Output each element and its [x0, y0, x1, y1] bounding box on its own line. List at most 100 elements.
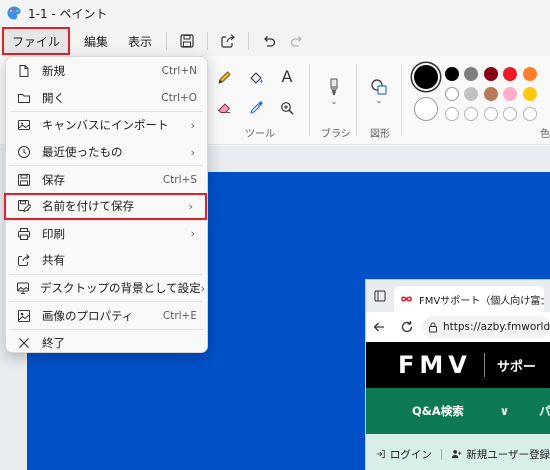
chevron-down-icon[interactable]: ∨ [500, 404, 509, 418]
file-menu-item-label: デスクトップの背景として設定 [40, 281, 201, 296]
eraser-icon [217, 103, 231, 113]
color-swatch[interactable] [523, 87, 537, 101]
pencil-icon [218, 71, 231, 84]
ribbon-separator [356, 64, 357, 136]
site-nav: Q&A検索 ∨ パ [366, 388, 550, 434]
file-menu-item[interactable]: 印刷 › [6, 221, 207, 248]
properties-icon [16, 308, 32, 324]
login-link[interactable]: ログイン [390, 447, 432, 462]
file-menu-item-label: 新規 [42, 64, 65, 79]
file-menu-item[interactable]: 最近使ったもの › [6, 139, 207, 166]
window-title: 1-1 - ペイント [28, 6, 108, 21]
zoom-icon [281, 102, 294, 115]
empty-color-slot[interactable] [523, 107, 537, 121]
color-swatch[interactable] [464, 67, 478, 81]
nav-more[interactable]: パ [539, 403, 550, 419]
file-menu-item-label: 終了 [42, 336, 65, 351]
refresh-icon[interactable] [400, 320, 414, 334]
clock-icon [16, 144, 32, 160]
file-menu-item-label: 開く [42, 90, 65, 105]
address-bar[interactable]: https://azby.fmworld [422, 316, 550, 338]
add-user-icon [452, 450, 462, 459]
menu-file[interactable]: ファイル [2, 27, 71, 55]
close-icon [16, 335, 32, 351]
site-subtitle: サポー [496, 359, 536, 375]
back-arrow-icon[interactable] [372, 320, 386, 334]
color-swatch[interactable] [484, 67, 498, 81]
user-bar: ログイン | 新規ユーザー登録 [366, 434, 550, 470]
desktop-background-icon [16, 280, 30, 296]
nav-qa-search[interactable]: Q&A検索 [412, 403, 464, 419]
chevron-down-icon: ⌄ [330, 96, 338, 106]
file-menu-item-label: キャンバスにインポート [42, 118, 169, 133]
save-quick-button[interactable] [173, 27, 201, 55]
fmv-logo[interactable]: FMV [398, 351, 472, 379]
share-icon [221, 34, 236, 48]
file-menu-item[interactable]: 新規 Ctrl+N [6, 58, 207, 85]
browser-tab[interactable]: FMVサポート（個人向け富士通 [394, 286, 544, 312]
color-swatch[interactable] [464, 87, 478, 101]
file-menu-item[interactable]: 終了 [6, 330, 207, 357]
file-menu-item[interactable]: 名前を付けて保存 › [4, 192, 207, 220]
chevron-right-icon: › [190, 118, 195, 132]
text-icon: A [281, 66, 293, 86]
shortcut-hint: Ctrl+O [161, 91, 197, 104]
site-header: FMV サポー [366, 342, 550, 388]
ribbon-separator [401, 64, 402, 136]
eraser-tool[interactable] [214, 98, 234, 118]
empty-color-slot[interactable] [464, 107, 478, 121]
share-quick-button[interactable] [214, 27, 242, 55]
save-as-icon [16, 198, 32, 214]
file-menu-item-label: 保存 [42, 172, 65, 187]
tab-actions-icon[interactable] [366, 290, 394, 302]
url-text: https://azby.fmworld [443, 321, 550, 333]
eyedropper-icon [250, 101, 263, 114]
pencil-tool[interactable] [214, 68, 234, 88]
magnifier-tool[interactable] [277, 98, 297, 118]
file-menu-item[interactable]: 保存 Ctrl+S [6, 166, 207, 193]
shapes-tool[interactable]: ⌄ [367, 74, 391, 108]
brush-icon [330, 78, 338, 95]
color-swatch[interactable] [503, 87, 517, 101]
chevron-down-icon: ⌄ [375, 95, 383, 105]
empty-color-slot[interactable] [484, 107, 498, 121]
header-divider [483, 353, 485, 377]
browser-tab-title: FMVサポート（個人向け富士通 [419, 295, 544, 307]
color-swatch[interactable] [445, 87, 459, 101]
color-swatch[interactable] [503, 67, 517, 81]
brush-tool[interactable]: ⌄ [323, 74, 345, 108]
file-menu-item[interactable]: 共有 [6, 247, 207, 274]
save-icon [16, 172, 32, 188]
secondary-color[interactable] [414, 97, 438, 121]
import-image-icon [16, 117, 32, 133]
file-menu-item[interactable]: 開く Ctrl+O [6, 85, 207, 112]
lock-icon [429, 322, 437, 332]
file-menu-item[interactable]: キャンバスにインポート › [6, 112, 207, 139]
browser-tab-strip: FMVサポート（個人向け富士通 [366, 280, 550, 312]
empty-color-slot[interactable] [503, 107, 517, 121]
shapes-group-label: 図形 [370, 129, 390, 140]
save-icon [180, 34, 194, 48]
login-icon [376, 449, 385, 459]
empty-color-slot[interactable] [445, 107, 459, 121]
primary-color[interactable] [414, 65, 438, 89]
chevron-right-icon: › [190, 145, 195, 159]
text-tool[interactable]: A [277, 66, 297, 86]
menu-edit[interactable]: 編集 [76, 27, 116, 55]
undo-button[interactable] [255, 27, 283, 55]
color-swatch[interactable] [445, 67, 459, 81]
color-swatch[interactable] [484, 87, 498, 101]
brush-group-label: ブラシ [321, 129, 351, 140]
file-menu-item[interactable]: デスクトップの背景として設定 › [6, 275, 207, 302]
browser-window: FMVサポート（個人向け富士通 https://azby.fmworld FMV… [365, 279, 550, 470]
menu-view[interactable]: 表示 [120, 27, 160, 55]
new-file-icon [16, 63, 32, 79]
color-swatch[interactable] [523, 67, 537, 81]
file-menu-item-label: 最近使ったもの [42, 145, 123, 160]
register-link[interactable]: 新規ユーザー登録 [466, 447, 550, 462]
redo-button[interactable] [283, 27, 311, 55]
undo-icon [264, 36, 276, 47]
fill-tool[interactable] [246, 68, 266, 88]
color-picker-tool[interactable] [246, 98, 266, 118]
file-menu-item[interactable]: 画像のプロパティ Ctrl+E [6, 302, 207, 329]
